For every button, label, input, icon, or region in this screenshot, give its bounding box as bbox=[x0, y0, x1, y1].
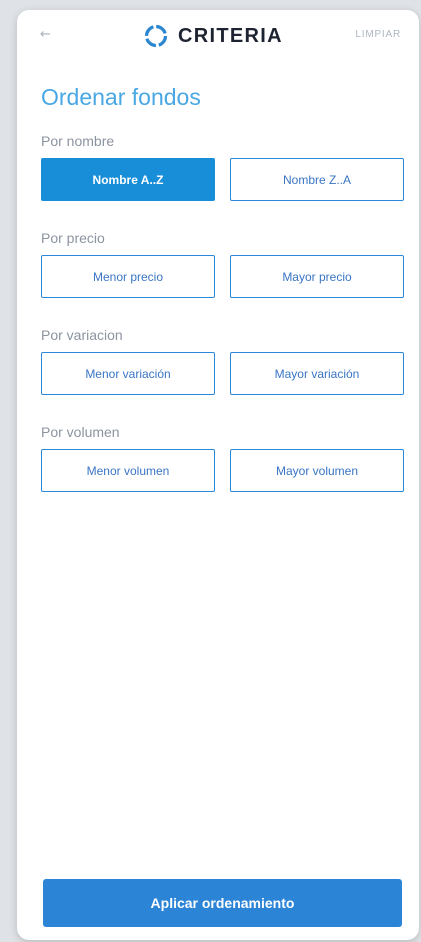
sort-name-asc-button[interactable]: Nombre A..Z bbox=[41, 158, 215, 201]
clear-button[interactable]: LIMPIAR bbox=[355, 29, 401, 40]
sort-price-desc-button[interactable]: Mayor precio bbox=[230, 255, 404, 298]
sort-volume-asc-button[interactable]: Menor volumen bbox=[41, 449, 215, 492]
sort-options: Nombre A..Z Nombre Z..A bbox=[41, 158, 404, 201]
section-label: Por precio bbox=[41, 230, 105, 246]
app-screen: ← CRITERIA LIMPIAR Ordenar fondos Por no… bbox=[17, 10, 419, 940]
brand-logo: CRITERIA bbox=[144, 24, 283, 48]
sort-section-by-price: Por precio Menor precio Mayor precio bbox=[41, 229, 404, 298]
page-title: Ordenar fondos bbox=[41, 84, 201, 110]
sort-variation-desc-button[interactable]: Mayor variación bbox=[230, 352, 404, 395]
sort-options: Menor variación Mayor variación bbox=[41, 352, 404, 395]
brand-name: CRITERIA bbox=[178, 25, 283, 47]
section-label: Por volumen bbox=[41, 424, 120, 440]
sort-variation-asc-button[interactable]: Menor variación bbox=[41, 352, 215, 395]
sort-section-by-volume: Por volumen Menor volumen Mayor volumen bbox=[41, 423, 404, 492]
sort-options: Menor precio Mayor precio bbox=[41, 255, 404, 298]
sort-price-asc-button[interactable]: Menor precio bbox=[41, 255, 215, 298]
sort-options: Menor volumen Mayor volumen bbox=[41, 449, 404, 492]
apply-sort-button[interactable]: Aplicar ordenamiento bbox=[43, 879, 402, 927]
top-bar: ← CRITERIA LIMPIAR bbox=[17, 10, 419, 62]
sort-section-by-name: Por nombre Nombre A..Z Nombre Z..A bbox=[41, 132, 404, 201]
sort-section-by-variation: Por variacion Menor variación Mayor vari… bbox=[41, 326, 404, 395]
criteria-logo-ring-icon bbox=[144, 24, 168, 48]
sort-name-desc-button[interactable]: Nombre Z..A bbox=[230, 158, 404, 201]
sort-volume-desc-button[interactable]: Mayor volumen bbox=[230, 449, 404, 492]
section-label: Por variacion bbox=[41, 327, 123, 343]
section-label: Por nombre bbox=[41, 133, 115, 149]
back-arrow-icon[interactable]: ← bbox=[40, 28, 56, 42]
